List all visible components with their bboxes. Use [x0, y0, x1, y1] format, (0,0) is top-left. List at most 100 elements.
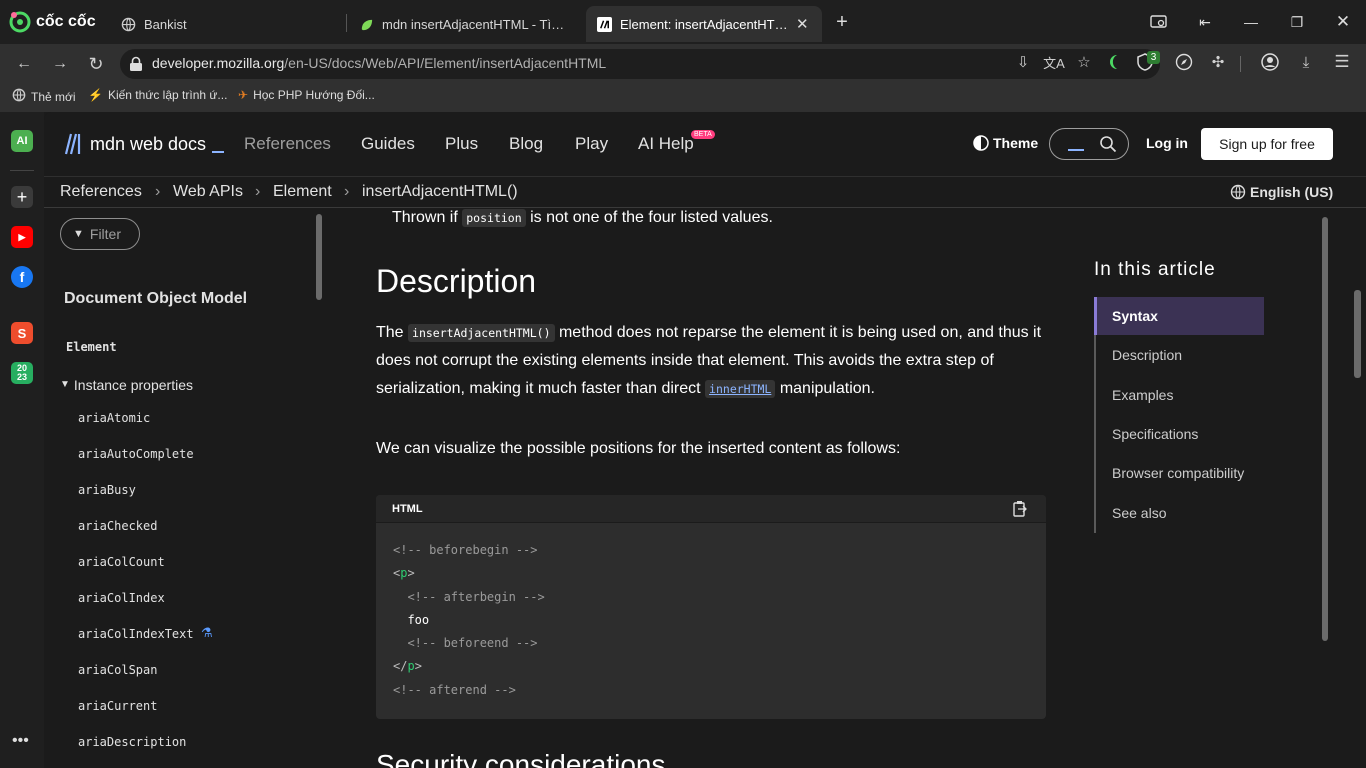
add-panel-icon[interactable]: + — [11, 186, 33, 208]
sidebar-item[interactable]: ariaBusy — [78, 483, 136, 497]
more-icon[interactable]: ••• — [12, 732, 29, 750]
dark-mode-icon[interactable] — [1102, 50, 1126, 74]
facebook-icon[interactable]: f — [11, 266, 33, 288]
breadcrumb-current[interactable]: insertAdjacentHTML() — [362, 183, 518, 201]
tab-divider — [346, 14, 347, 32]
sidebar-item[interactable]: ariaChecked — [78, 519, 157, 533]
ai-icon[interactable]: AI — [11, 130, 33, 152]
sidebar-scrollbar[interactable] — [316, 214, 322, 300]
download-icon[interactable]: ⤓ — [1294, 50, 1318, 74]
language-selector[interactable]: English (US) — [1230, 184, 1333, 200]
reload-icon[interactable]: ↻ — [82, 50, 110, 78]
signup-button[interactable]: Sign up for free — [1201, 128, 1333, 160]
breadcrumb-web-apis[interactable]: Web APIs — [173, 183, 243, 201]
menu-icon[interactable]: ☰ — [1330, 50, 1354, 74]
toc-item-syntax[interactable]: Syntax — [1112, 308, 1158, 324]
tab-google-search[interactable]: mdn insertAdjacentHTML - Tìm với Google — [348, 6, 582, 42]
tab-bankist[interactable]: Bankist — [110, 6, 345, 42]
breadcrumb-element[interactable]: Element — [273, 183, 332, 201]
extensions-icon[interactable]: ✣ — [1206, 50, 1230, 74]
sidebar-heading: Document Object Model — [64, 290, 248, 307]
shopee-icon[interactable]: S — [11, 322, 33, 344]
tab-label: mdn insertAdjacentHTML - Tìm với Google — [382, 16, 572, 32]
bookmark-new-tab[interactable]: Thẻ mới — [12, 88, 76, 105]
sidebar-item[interactable]: ariaColIndexText — [78, 627, 194, 641]
nav-blog[interactable]: Blog — [509, 134, 543, 154]
filter-placeholder: Filter — [89, 226, 122, 242]
nav-ai-help[interactable]: AI Help — [638, 134, 694, 154]
toc-heading: In this article — [1094, 259, 1216, 280]
forward-icon[interactable]: → — [46, 50, 74, 78]
translate-icon[interactable]: 文A — [1042, 50, 1066, 74]
filter-input[interactable]: ▼ Filter — [60, 218, 140, 250]
code-language-label: HTML — [392, 503, 423, 515]
tag-name: p — [407, 659, 415, 673]
maximize-button[interactable]: ❐ — [1282, 8, 1312, 36]
breadcrumb-references[interactable]: References — [60, 183, 142, 201]
toc-item-see-also[interactable]: See also — [1112, 505, 1166, 521]
youtube-icon[interactable]: ▶ — [11, 226, 33, 248]
nav-references[interactable]: References — [244, 134, 331, 154]
bookmark-php[interactable]: ✈ Học PHP Hướng Đối... — [238, 88, 375, 102]
bracket: > — [407, 566, 415, 580]
toc-item-examples[interactable]: Examples — [1112, 387, 1173, 403]
bird-icon: ✈ — [238, 88, 249, 102]
minimize-button[interactable]: — — [1236, 8, 1266, 36]
tab-mdn-active[interactable]: Element: insertAdjacentHTML() method ✕ — [586, 6, 822, 42]
content-scrollbar[interactable] — [1322, 217, 1328, 641]
lock-icon[interactable] — [129, 56, 143, 77]
copy-icon[interactable] — [1013, 500, 1028, 522]
sidebar-item[interactable]: ariaColCount — [78, 555, 165, 569]
logo-cursor — [212, 151, 225, 153]
search-leaf-icon — [358, 16, 374, 32]
close-window-button[interactable]: ✕ — [1328, 8, 1358, 36]
login-link[interactable]: Log in — [1146, 135, 1188, 151]
sidebar-item[interactable]: ariaColSpan — [78, 663, 157, 677]
screen-search-icon[interactable] — [1144, 8, 1174, 36]
mdn-header: mdn web docs References Guides Plus Blog… — [44, 112, 1366, 176]
sidebar-group-toggle[interactable]: ▼ Instance properties — [60, 377, 193, 393]
inline-code: position — [462, 209, 526, 227]
new-tab-button[interactable]: + — [827, 8, 857, 36]
close-tab-icon[interactable]: ✕ — [796, 15, 809, 33]
star-icon[interactable]: ☆ — [1072, 50, 1096, 74]
page-scrollbar[interactable] — [1354, 290, 1361, 378]
signup-label: Sign up for free — [1219, 136, 1315, 152]
back-list-icon[interactable]: ⇤ — [1190, 8, 1220, 36]
chevron-right-icon: › — [255, 183, 261, 200]
coccoc-logo[interactable]: cốc cốc — [8, 10, 96, 34]
install-app-icon[interactable]: ⇩ — [1011, 50, 1035, 74]
omnibox[interactable]: developer.mozilla.org/en-US/docs/Web/API… — [120, 49, 1160, 79]
bookmark-label: Kiến thức lập trình ứ... — [107, 88, 228, 102]
extension-badge: 3 — [1147, 51, 1160, 64]
nav-guides[interactable]: Guides — [361, 134, 415, 154]
url-text[interactable]: developer.mozilla.org/en-US/docs/Web/API… — [152, 55, 606, 71]
compass-icon[interactable] — [1172, 50, 1196, 74]
bookmark-programming[interactable]: ⚡ Kiến thức lập trình ứ... — [88, 88, 227, 102]
sidebar-item[interactable]: ariaAutoComplete — [78, 447, 194, 461]
sidebar-item-element[interactable]: Element — [66, 340, 117, 354]
sidebar-item[interactable]: ariaCurrent — [78, 699, 157, 713]
back-icon[interactable]: ← — [10, 50, 38, 78]
search-input[interactable] — [1049, 128, 1129, 160]
theme-button[interactable]: Theme — [973, 135, 1038, 151]
code-line: <!-- beforebegin --> — [393, 543, 538, 557]
sidebar-item[interactable]: ariaAtomic — [78, 411, 150, 425]
sidebar-item[interactable]: ariaDescription — [78, 735, 186, 749]
experimental-flask-icon: ⚗ — [201, 625, 213, 640]
toc-item-browser-compat[interactable]: Browser compatibility — [1112, 465, 1244, 481]
profile-icon[interactable] — [1258, 50, 1282, 74]
code-line: <!-- afterend --> — [393, 683, 516, 697]
group-label: Instance properties — [73, 377, 193, 393]
globe-icon — [1230, 184, 1246, 200]
sidebar-item[interactable]: ariaColIndex — [78, 591, 165, 605]
toc-item-description[interactable]: Description — [1112, 347, 1182, 363]
tab-bar: cốc cốc Bankist mdn insertAdjacentHTML -… — [0, 0, 1366, 44]
innerhtml-link[interactable]: innerHTML — [705, 380, 776, 398]
mdn-logo[interactable]: mdn web docs — [60, 132, 225, 156]
nav-plus[interactable]: Plus — [445, 134, 478, 154]
calendar-2023-icon[interactable]: 20 23 — [11, 362, 33, 384]
url-host: developer.mozilla.org — [152, 55, 285, 71]
nav-play[interactable]: Play — [575, 134, 608, 154]
toc-item-specifications[interactable]: Specifications — [1112, 426, 1198, 442]
